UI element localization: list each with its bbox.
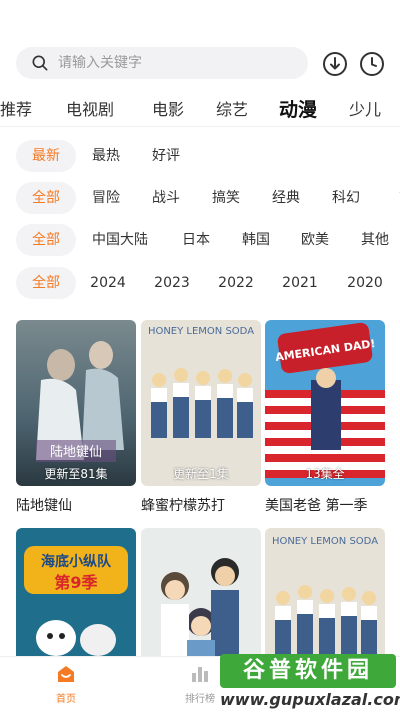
search-input[interactable] [58,55,278,71]
region-all[interactable]: 全部 [16,224,76,256]
genre-scifi[interactable]: 科幻 [328,182,364,214]
year-2022[interactable]: 2022 [216,267,256,299]
sort-rating[interactable]: 好评 [148,140,184,172]
tab-movie[interactable]: 电影 [152,96,184,124]
search-row [16,47,386,79]
sort-hot[interactable]: 最热 [88,140,124,172]
tab-kids[interactable]: 少儿 [349,96,381,124]
home-icon [58,666,74,682]
card-title: 美国老爸 第一季 [265,498,368,514]
genre-battle[interactable]: 战斗 [148,182,184,214]
poster-title-text: 陆地键仙 [50,444,102,460]
category-tabs: 推荐 电视剧 电影 综艺 动漫 少儿 [0,96,400,124]
poster-image: HONEY LEMON SODA 更新至1集 [141,320,261,486]
genre-fantasy[interactable]: 玄 [388,182,400,214]
year-2023[interactable]: 2023 [152,267,192,299]
nav-home[interactable]: 首页 [36,663,96,705]
media-card[interactable]: HONEY LEMON SODA 更新至1集 蜂蜜柠檬苏打 [141,320,261,515]
year-all[interactable]: 全部 [16,267,76,299]
search-icon [32,55,48,71]
search-box[interactable] [16,47,308,79]
nav-home-label: 首页 [56,694,76,705]
tabs-divider [0,126,400,127]
media-card[interactable]: AMERICAN DAD! 13集全 美国老爸 第一季 [265,320,385,515]
year-filter-row: 全部 2024 2023 2022 2021 2020 [0,267,400,299]
watermark-brand: 谷普软件园 [220,654,396,688]
poster-title-text: 海底小纵队 [41,553,112,570]
region-filter-row: 全部 中国大陆 日本 韩国 欧美 其他 [0,224,400,256]
watermark: 谷普软件园 www.gupuxlazal.com [220,654,400,712]
episode-badge: 13集全 [305,467,345,481]
card-title: 蜂蜜柠檬苏打 [141,498,225,514]
region-other[interactable]: 其他 [357,224,393,256]
tab-recommend[interactable]: 推荐 [0,96,32,124]
card-title: 陆地键仙 [16,498,72,514]
genre-all[interactable]: 全部 [16,182,76,214]
sort-filter-row: 最新 最热 好评 [0,140,400,172]
poster-image: 陆地键仙 更新至81集 [16,320,136,486]
genre-comedy[interactable]: 搞笑 [208,182,244,214]
region-mainland[interactable]: 中国大陆 [88,224,152,256]
poster-title-text: HONEY LEMON SODA [148,326,254,337]
episode-badge: 更新至1集 [173,467,229,481]
poster-title-text: HONEY LEMON SODA [272,536,378,547]
year-2024[interactable]: 2024 [88,267,128,299]
ranking-icon [192,667,208,682]
genre-classic[interactable]: 经典 [268,182,304,214]
episode-badge: 更新至81集 [44,467,108,481]
region-korea[interactable]: 韩国 [238,224,274,256]
genre-adventure[interactable]: 冒险 [88,182,124,214]
genre-filter-row: 全部 冒险 战斗 搞笑 经典 科幻 玄 [0,182,400,214]
region-japan[interactable]: 日本 [178,224,214,256]
year-2020[interactable]: 2020 [345,267,385,299]
tab-tv-series[interactable]: 电视剧 [66,96,114,124]
sort-latest[interactable]: 最新 [16,140,76,172]
watermark-url: www.gupuxlazal.com [220,690,400,709]
poster-image: AMERICAN DAD! 13集全 [265,320,385,486]
media-card[interactable]: 陆地键仙 更新至81集 陆地键仙 [16,320,136,515]
tab-anime[interactable]: 动漫 [279,96,317,124]
download-icon[interactable] [322,51,348,77]
year-2021[interactable]: 2021 [280,267,320,299]
region-west[interactable]: 欧美 [297,224,333,256]
history-icon[interactable] [359,51,385,77]
poster-subtitle-text: 第9季 [54,573,98,592]
tab-variety[interactable]: 综艺 [216,96,248,124]
